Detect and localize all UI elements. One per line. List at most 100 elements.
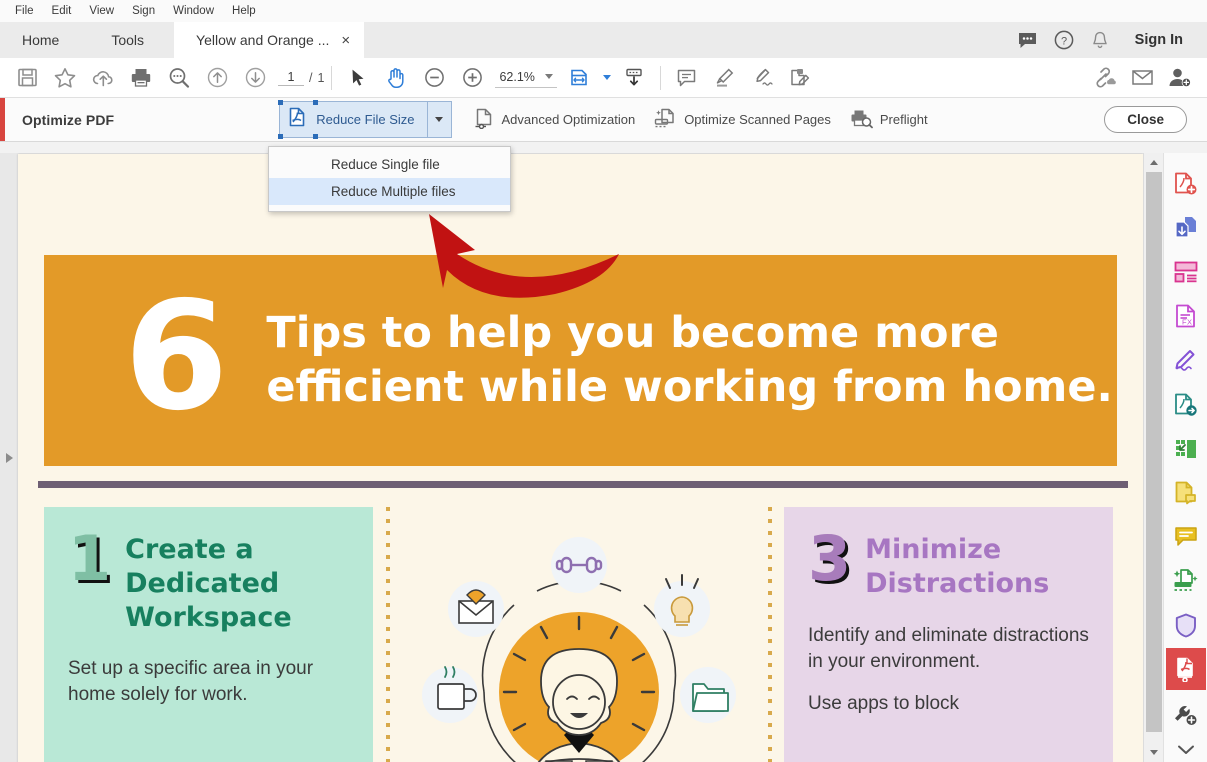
chat-bubble-icon[interactable] xyxy=(1011,23,1045,57)
tip-card-3: 3 Minimize Distractions Identify and eli… xyxy=(784,507,1113,762)
tab-bar-right-actions: ? Sign In xyxy=(1011,22,1207,58)
document-vertical-scrollbar[interactable] xyxy=(1143,153,1163,762)
tip-card-1-number: 1 xyxy=(68,522,112,595)
optimize-pdf-title: Optimize PDF xyxy=(22,111,115,128)
tip-card-1-text: Set up a specific area in your home sole… xyxy=(68,658,314,706)
fill-and-sign-icon[interactable] xyxy=(1166,339,1206,381)
optimize-scanned-pages-button[interactable]: Optimize Scanned Pages xyxy=(644,102,840,137)
scan-and-ocr-icon[interactable] xyxy=(1166,560,1206,602)
arrow-down-circle-icon[interactable] xyxy=(236,62,274,94)
tab-bar: Home Tools Yellow and Orange ... × ? Sig… xyxy=(0,22,1207,58)
advanced-optimization-button[interactable]: Advanced Optimization xyxy=(464,102,645,137)
chevron-down-icon xyxy=(544,74,553,79)
close-button[interactable]: Close xyxy=(1104,106,1187,133)
protect-icon[interactable] xyxy=(1166,472,1206,514)
reduce-file-size-dropdown-menu: Reduce Single file Reduce Multiple files xyxy=(268,146,511,212)
share-link-icon[interactable] xyxy=(1085,62,1123,94)
reduce-file-size-dropdown-toggle[interactable] xyxy=(426,102,451,137)
sign-in-button[interactable]: Sign In xyxy=(1119,32,1193,48)
menu-item-sign[interactable]: Sign xyxy=(123,2,164,20)
tab-document[interactable]: Yellow and Orange ... × xyxy=(174,22,365,58)
menu-item-reduce-multiple-files[interactable]: Reduce Multiple files xyxy=(269,178,510,205)
page-navigator: / 1 xyxy=(278,69,324,86)
notification-bell-icon[interactable] xyxy=(1083,23,1117,57)
tip-card-1-title-line1: Create a xyxy=(125,534,254,565)
fit-page-icon[interactable] xyxy=(561,62,599,94)
scroll-down-icon[interactable] xyxy=(615,62,653,94)
chevron-right-icon xyxy=(5,452,13,463)
optimize-scanned-pages-icon xyxy=(653,107,677,132)
reduce-file-size-button[interactable]: Reduce File Size xyxy=(280,102,426,137)
tip-card-1-title-line3: Workspace xyxy=(125,601,292,633)
comment-icon[interactable] xyxy=(668,62,706,94)
tab-home[interactable]: Home xyxy=(0,22,89,58)
menu-item-window[interactable]: Window xyxy=(164,2,223,20)
tip-card-3-text2: Use apps to block xyxy=(808,692,960,714)
email-icon[interactable] xyxy=(1123,62,1161,94)
save-icon[interactable] xyxy=(8,62,46,94)
create-pdf-icon[interactable] xyxy=(1166,163,1206,205)
tip-card-1-title: Create a Dedicated Workspace xyxy=(125,533,292,634)
chevron-down-icon xyxy=(435,117,443,122)
highlight-icon[interactable] xyxy=(706,62,744,94)
zoom-search-icon[interactable] xyxy=(160,62,198,94)
zoom-in-icon[interactable] xyxy=(453,62,491,94)
toolbar-divider-1 xyxy=(331,65,333,90)
hand-tool-icon[interactable] xyxy=(377,62,415,94)
menu-item-reduce-single-file[interactable]: Reduce Single file xyxy=(269,151,510,178)
tip-card-3-title: Minimize Distractions xyxy=(865,533,1049,601)
organize-pages-icon[interactable] xyxy=(1166,251,1206,293)
print-icon[interactable] xyxy=(122,62,160,94)
menu-bar: File Edit View Sign Window Help xyxy=(0,0,1207,22)
tip-card-3-body: Identify and eliminate distractions in y… xyxy=(808,623,1089,718)
menu-item-help[interactable]: Help xyxy=(223,2,265,20)
add-person-icon[interactable] xyxy=(1161,62,1199,94)
banner-heading: Tips to help you become more efficient w… xyxy=(266,307,1112,415)
shield-protect-icon[interactable] xyxy=(1166,604,1206,646)
selection-handle-bl xyxy=(278,134,284,139)
edit-pdf-icon[interactable] xyxy=(782,62,820,94)
toolbar-divider-2 xyxy=(659,65,661,90)
dotted-line xyxy=(385,507,390,762)
banner-heading-line1: Tips to help you become more xyxy=(266,307,999,358)
send-for-comments-icon[interactable] xyxy=(1166,383,1206,425)
edit-pdf-icon[interactable]: F X xyxy=(1166,295,1206,337)
upload-cloud-icon[interactable] xyxy=(84,62,122,94)
preflight-button[interactable]: Preflight xyxy=(840,103,937,137)
optimize-pdf-icon[interactable] xyxy=(1165,648,1206,691)
dotted-divider-right xyxy=(755,507,784,762)
compress-pdf-icon[interactable] xyxy=(1166,428,1206,470)
comment-icon[interactable] xyxy=(1166,516,1206,558)
sign-icon[interactable] xyxy=(744,62,782,94)
reduce-file-size-split-button[interactable]: Reduce File Size xyxy=(278,100,452,139)
tab-tools[interactable]: Tools xyxy=(89,22,174,58)
page-separator: / xyxy=(309,70,313,85)
zoom-out-icon[interactable] xyxy=(415,62,453,94)
arrow-up-circle-icon[interactable] xyxy=(198,62,236,94)
optimize-pdf-tools: Reduce File Size Advanced Optimization O… xyxy=(278,100,937,139)
menu-item-file[interactable]: File xyxy=(6,2,43,20)
preflight-icon xyxy=(849,108,873,132)
scrollbar-thumb[interactable] xyxy=(1146,172,1162,732)
optimize-pdf-toolbar: Optimize PDF Reduce File Size Advanced O… xyxy=(0,98,1207,142)
menu-item-view[interactable]: View xyxy=(80,2,123,20)
tip-card-3-number: 3 xyxy=(808,522,852,595)
star-icon[interactable] xyxy=(46,62,84,94)
tab-home-label: Home xyxy=(22,32,60,48)
help-icon[interactable]: ? xyxy=(1047,23,1081,57)
menu-item-edit[interactable]: Edit xyxy=(43,2,81,20)
fit-page-dropdown-icon[interactable] xyxy=(599,62,615,94)
tips-card-row: 1 Create a Dedicated Workspace Set up a … xyxy=(44,507,1117,762)
scroll-down-button[interactable] xyxy=(1144,743,1163,762)
scroll-up-button[interactable] xyxy=(1144,153,1163,172)
expand-more-tools-button[interactable] xyxy=(1166,738,1206,762)
reduce-file-size-icon xyxy=(286,106,308,133)
page-number-input[interactable] xyxy=(278,69,304,86)
close-icon[interactable]: × xyxy=(337,32,354,49)
more-tools-icon[interactable] xyxy=(1166,694,1206,736)
tab-document-label: Yellow and Orange ... xyxy=(196,32,330,48)
left-panel-expand-button[interactable] xyxy=(0,153,18,762)
select-cursor-icon[interactable] xyxy=(339,62,377,94)
export-pdf-icon[interactable] xyxy=(1166,207,1206,249)
zoom-level-selector[interactable]: 62.1% xyxy=(495,68,557,88)
